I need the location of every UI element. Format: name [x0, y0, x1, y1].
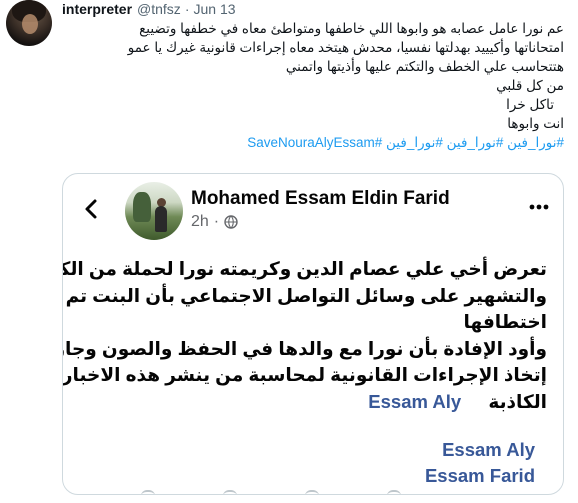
globe-icon — [224, 215, 238, 229]
post-links: . Essam Aly Essam Farid — [83, 410, 547, 490]
tweet-line: من كل قلبي — [496, 78, 564, 93]
profile-link[interactable]: Essam Aly — [83, 437, 547, 464]
author-name[interactable]: interpreter — [62, 1, 132, 17]
tweet-header: interpreter @tnfsz · Jun 13 — [62, 0, 236, 18]
back-arrow-icon[interactable] — [81, 198, 103, 220]
meta-separator: · — [213, 213, 220, 230]
author-avatar[interactable] — [6, 0, 52, 46]
post-line: إتخاذ الإجراءات القانونية لمحاسبة من ينش… — [62, 364, 547, 385]
action-icon[interactable] — [141, 490, 155, 494]
header-separator: · — [184, 1, 190, 17]
post-last-line-text: الكاذبة — [488, 390, 547, 412]
tweet-hashtags[interactable]: #نورا_فين #نورا_فين #نورا_فين #SaveNoura… — [64, 133, 564, 152]
tweet-text: عم نورا عامل عصابه هو وابوها اللي خاطفها… — [64, 19, 564, 152]
post-profile-link[interactable]: Essam Aly — [368, 391, 461, 412]
more-dots-icon[interactable] — [529, 204, 549, 210]
post-author-avatar[interactable] — [125, 182, 183, 240]
post-line: اختطافها — [463, 311, 547, 332]
avatar-tree — [133, 192, 151, 222]
author-handle[interactable]: @tnfsz — [137, 1, 181, 17]
tweet-date[interactable]: Jun 13 — [193, 1, 235, 17]
post-body: تعرض أخي علي عصام الدين وكريمته نورا لحم… — [62, 256, 547, 415]
avatar-person — [155, 206, 167, 232]
action-icon[interactable] — [223, 490, 237, 494]
post-author-name[interactable]: Mohamed Essam Eldin Farid — [191, 188, 450, 210]
post-line: والتشهير على وسائل التواصل الاجتماعي بأن… — [65, 284, 547, 306]
post-time[interactable]: 2h — [191, 213, 209, 231]
tweet[interactable]: interpreter @tnfsz · Jun 13 عم نورا عامل… — [0, 0, 578, 503]
post-line: تعرض أخي علي عصام الدين وكريمته نورا لحم… — [62, 258, 547, 279]
action-icon[interactable] — [387, 490, 401, 494]
post-line: وأود الإفادة بأن نورا مع والدها في الحفظ… — [62, 337, 547, 359]
profile-link[interactable]: Essam Farid — [83, 463, 547, 490]
post-action-strip — [141, 490, 401, 494]
tweet-line: عم نورا عامل عصابه هو وابوها اللي خاطفها… — [139, 21, 564, 36]
tweet-line: امتحاناتها وأكيييد بهدلتها نفسيا، محدش ه… — [127, 40, 564, 55]
avatar-face — [22, 14, 38, 34]
tweet-line: هتتحاسب علي الخطف والتكتم عليها وأذيتها … — [285, 59, 564, 74]
tweet-line: تاكل خرا — [506, 97, 554, 112]
tweet-line: انت وابوها — [507, 116, 564, 131]
post-meta: 2h · — [191, 213, 238, 231]
embedded-post-card[interactable]: Mohamed Essam Eldin Farid 2h · تعرض أخي … — [62, 173, 564, 495]
action-icon[interactable] — [305, 490, 319, 494]
